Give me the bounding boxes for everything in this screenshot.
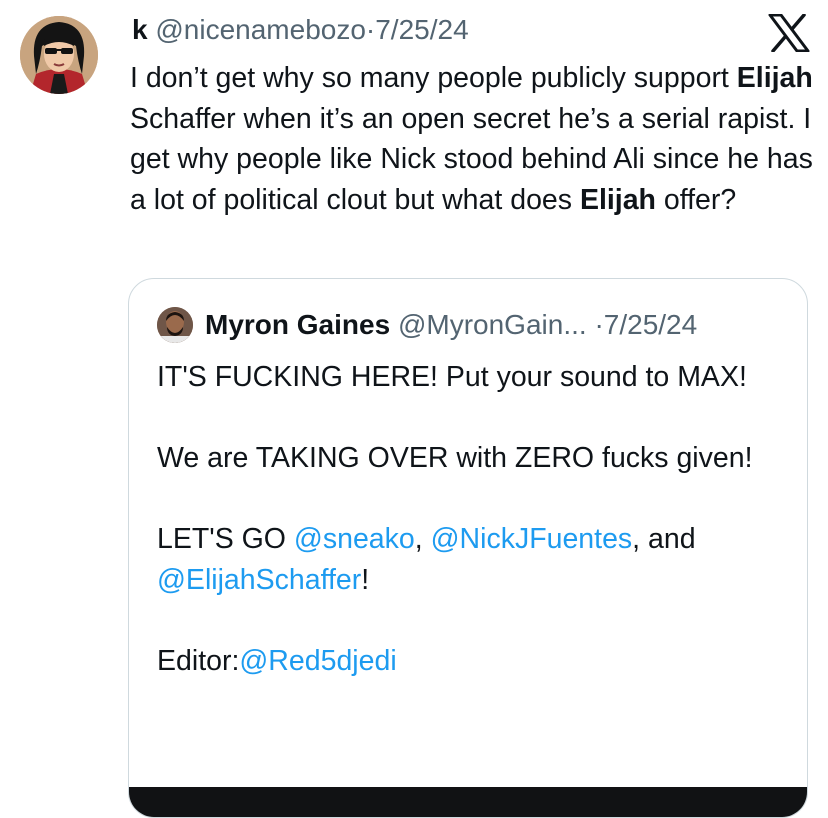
quoted-text: , and xyxy=(632,523,696,555)
quoted-line: We are TAKING OVER with ZERO fucks given… xyxy=(157,442,753,474)
mention-link[interactable]: @sneako xyxy=(294,523,415,555)
tweet-date[interactable]: 7/25/24 xyxy=(375,14,468,45)
mention-link[interactable]: @NickJFuentes xyxy=(431,523,633,555)
author-avatar[interactable] xyxy=(20,16,98,94)
tweet-text-bold: Elijah xyxy=(736,62,813,94)
author-handle[interactable]: @nicenamebozo xyxy=(155,14,366,45)
quoted-tweet-header: Myron Gaines @MyronGain... ·7/25/24 xyxy=(205,305,697,345)
quoted-line: IT'S FUCKING HERE! Put your sound to MAX… xyxy=(157,361,747,393)
separator-dot: · xyxy=(594,309,604,340)
quoted-text: , xyxy=(414,523,431,555)
tweet-header: k @nicenamebozo·7/25/24 xyxy=(132,10,469,50)
tweet-text: I don’t get why so many people publicly … xyxy=(130,58,820,220)
quoted-tweet-text: IT'S FUCKING HERE! Put your sound to MAX… xyxy=(157,357,757,681)
tweet-text-bold: Elijah xyxy=(579,183,656,216)
quoted-line: LET'S GO @sneako, @NickJFuentes, and @El… xyxy=(157,519,757,600)
editor-label: Editor: xyxy=(157,644,240,677)
mention-link[interactable]: @Red5djedi xyxy=(239,645,396,677)
quoted-tweet-card[interactable]: Myron Gaines @MyronGain... ·7/25/24 IT'S… xyxy=(128,278,808,818)
tweet-text-part: offer? xyxy=(655,183,737,216)
tweet-text-part: I don’t get why so many people publicly … xyxy=(130,62,737,94)
mention-link[interactable]: @ElijahSchaffer xyxy=(157,564,361,596)
cartoon-avatar-icon xyxy=(20,16,98,94)
video-preview[interactable] xyxy=(129,787,807,817)
quoted-text: ! xyxy=(361,563,370,596)
quoted-tweet-date[interactable]: 7/25/24 xyxy=(604,309,697,340)
profile-photo-icon xyxy=(157,307,193,343)
quoted-author-name[interactable]: Myron Gaines xyxy=(205,309,390,340)
quoted-author-avatar[interactable] xyxy=(157,307,193,343)
quoted-text: LET'S GO xyxy=(157,523,294,555)
separator-dot: · xyxy=(365,14,376,45)
x-logo-icon[interactable] xyxy=(768,13,810,53)
quoted-line: Editor:@Red5djedi xyxy=(157,641,757,682)
quoted-author-handle[interactable]: @MyronGain... xyxy=(398,309,587,340)
author-name[interactable]: k xyxy=(132,14,148,45)
